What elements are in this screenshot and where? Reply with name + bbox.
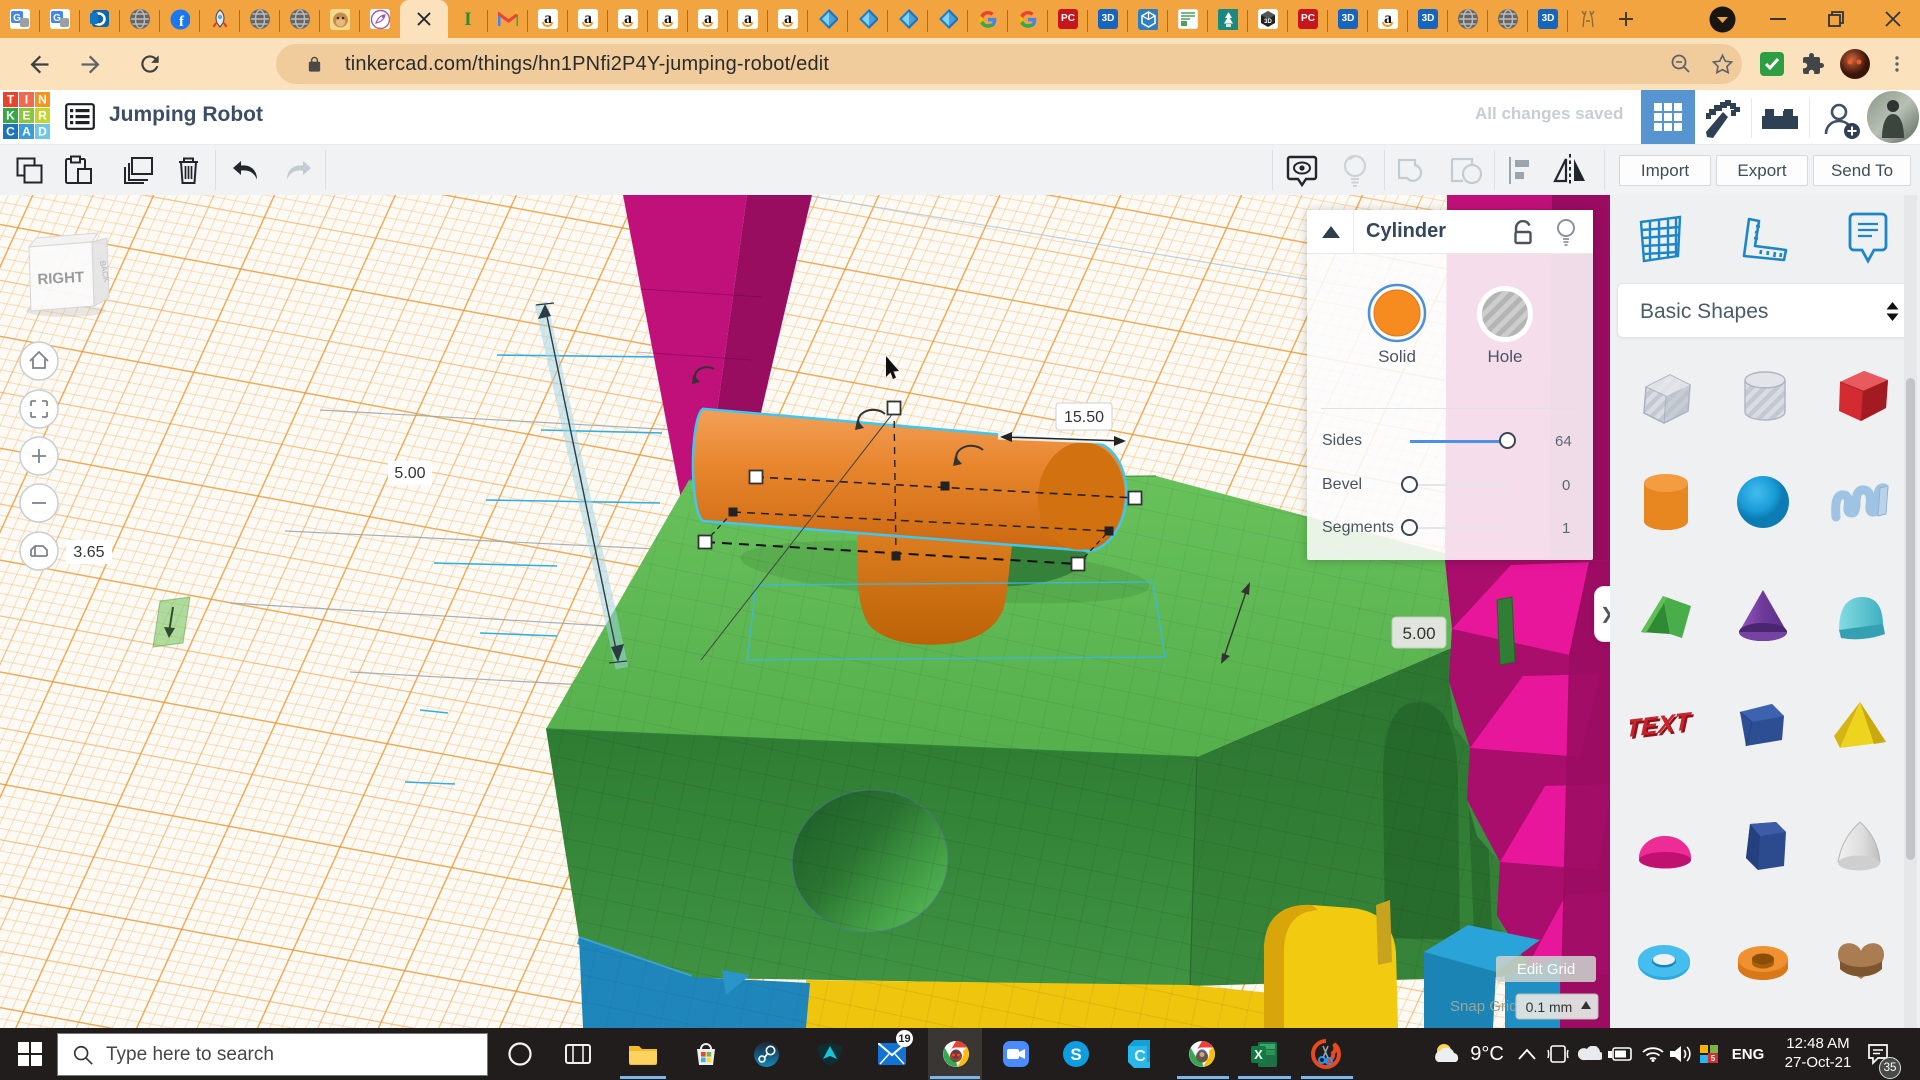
svg-text:R: R [38,109,47,123]
svg-text:X: X [1254,1047,1263,1062]
svg-text:E: E [22,109,30,123]
svg-text:Edit Grid: Edit Grid [1517,961,1575,978]
svg-text:K: K [6,109,15,123]
svg-text:Snap Grid: Snap Grid [1450,998,1518,1015]
svg-text:3.65: 3.65 [73,544,104,561]
svg-text:N: N [38,93,47,107]
svg-text:S: S [1070,1045,1081,1064]
svg-text:I: I [25,93,28,107]
svg-text:G: G [13,13,21,24]
svg-text:5: 5 [1711,1054,1716,1063]
svg-text:3D: 3D [1264,19,1272,25]
svg-text:5.00: 5.00 [394,465,425,482]
svg-text:G: G [53,13,61,24]
svg-text:5.00: 5.00 [1402,624,1435,643]
svg-text:C: C [6,125,15,139]
svg-text:T: T [7,93,15,107]
svg-text:15.50: 15.50 [1064,409,1104,426]
svg-text:D: D [38,125,47,139]
svg-text:C: C [1134,1048,1146,1065]
svg-text:0.1 mm: 0.1 mm [1526,999,1573,1015]
svg-text:RIGHT: RIGHT [37,269,84,288]
svg-text:A: A [22,125,31,139]
